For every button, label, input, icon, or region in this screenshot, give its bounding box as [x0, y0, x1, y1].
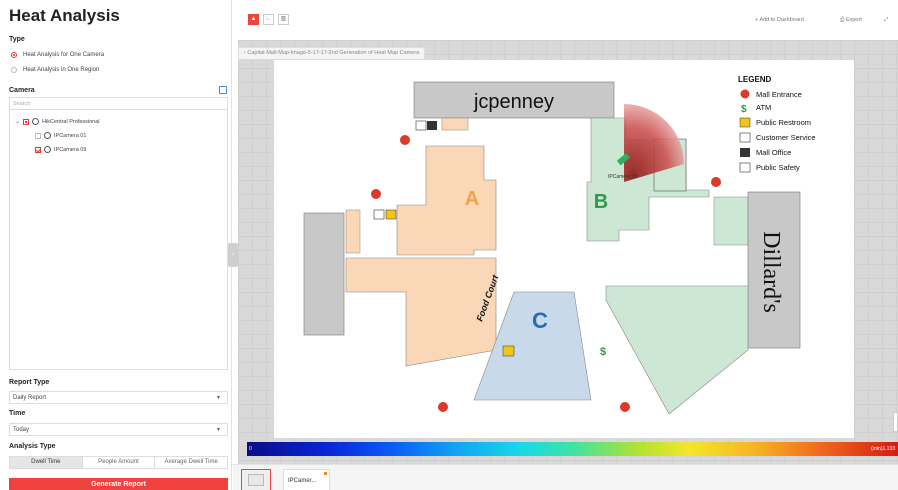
tab-average-dwell-time[interactable]: Average Dwell Time: [155, 457, 227, 468]
camera-label: Camera: [9, 87, 35, 94]
analysis-type-tabs: Dwell Time People Amount Average Dwell T…: [9, 456, 228, 469]
entrance-icon: [400, 135, 410, 145]
scale-max-label: (min)1.133: [871, 446, 895, 452]
legend-item: Customer Service: [756, 133, 816, 142]
tree-item-camera-01[interactable]: IPCamera 01: [35, 132, 86, 139]
collapse-handle[interactable]: ‹: [228, 243, 238, 267]
legend-title: LEGEND: [738, 75, 772, 84]
camera-tree: Search ⌄ HikCentral Professional IPCamer…: [9, 97, 228, 370]
heatmap-view-icon[interactable]: ▲: [248, 14, 259, 25]
side-scroll-handle[interactable]: [893, 412, 898, 432]
store-left-gray: [303, 212, 345, 336]
thumbnail-bar: IPCamer...: [233, 464, 898, 490]
store-dillards-label: Dillard's: [758, 231, 784, 313]
zone-b-label: B: [594, 191, 608, 213]
tree-item-camera-09[interactable]: IPCamera 09: [35, 146, 86, 153]
legend-customer-service-icon: [739, 132, 751, 143]
search-input[interactable]: Search: [10, 98, 227, 110]
tab-dwell-time[interactable]: Dwell Time: [10, 457, 83, 468]
checkbox-icon[interactable]: [35, 132, 41, 139]
checkbox-partial-icon[interactable]: [23, 118, 30, 125]
entrance-icon: [711, 177, 721, 187]
legend-item: Mall Entrance: [756, 90, 802, 99]
analysis-type-label: Analysis Type: [9, 443, 56, 450]
map-thumbnail[interactable]: [241, 469, 271, 490]
zone-a-lower: [345, 257, 497, 367]
shop-small: [441, 117, 469, 131]
tab-people-amount[interactable]: People Amount: [83, 457, 156, 468]
legend-restroom-icon: [739, 117, 751, 128]
legend-item: ATM: [756, 103, 771, 112]
type-label: Type: [9, 36, 25, 43]
time-select[interactable]: Today ▼: [9, 423, 228, 436]
shop-b-right: [713, 196, 749, 246]
shop-narrow: [345, 209, 361, 254]
radio-off-icon: [11, 67, 17, 73]
legend-entrance-icon: [740, 89, 750, 99]
legend-item: Mall Office: [756, 148, 791, 157]
report-type-label: Report Type: [9, 379, 50, 386]
entrance-icon: [371, 189, 381, 199]
fullscreen-icon[interactable]: ⤢: [884, 17, 888, 24]
camera-icon: [44, 132, 51, 139]
bar-chart-icon[interactable]: ▥: [278, 14, 289, 25]
map-thumbnail-image: [248, 474, 264, 486]
customer-service-icon: [415, 120, 427, 131]
caret-down-icon: ▼: [216, 395, 221, 401]
entrance-icon: [438, 402, 448, 412]
radio-one-camera[interactable]: Heat Analysis for One Camera: [11, 52, 104, 58]
camera-tab[interactable]: IPCamer...: [283, 469, 330, 490]
edit-icon[interactable]: [219, 86, 227, 94]
camera-label: IPCamera 09: [608, 174, 638, 180]
report-type-select[interactable]: Daily Report ▼: [9, 391, 228, 404]
tree-root[interactable]: ⌄ HikCentral Professional: [15, 118, 100, 125]
heat-color-scale: 0 (min)1.133: [247, 442, 898, 456]
checkbox-checked-icon[interactable]: [35, 146, 41, 153]
time-label: Time: [9, 410, 26, 417]
zone-a-label: A: [465, 188, 479, 210]
legend-item: Public Restroom: [756, 118, 811, 127]
store-jcpenney-label: jcpenney: [473, 91, 554, 113]
restroom-icon: [502, 345, 515, 357]
radio-on-icon: [11, 52, 17, 58]
chevron-down-icon[interactable]: ⌄: [15, 118, 20, 125]
mall-map: jcpenney A B Dillard's C Food Court IPCa…: [274, 60, 854, 438]
generate-report-button[interactable]: Generate Report: [9, 478, 228, 490]
globe-icon: [32, 118, 40, 125]
legend-mall-office-icon: [740, 148, 750, 157]
zone-a: [396, 145, 497, 256]
camera-icon: [44, 146, 51, 153]
restroom-icon: [385, 209, 397, 220]
radio-one-region[interactable]: Heat Analysis in One Region: [11, 67, 99, 73]
top-toolbar: ▲ ∟ ▥ + Add to Dashboard ⎙ Export ⤢: [233, 0, 898, 40]
caret-down-icon: ▼: [216, 427, 221, 433]
atm-icon: $: [600, 346, 606, 358]
breadcrumb[interactable]: ‹ Capital-Mall-Map-Image-5-17-17-2nd Gen…: [238, 47, 426, 60]
app: Heat Analysis Type Heat Analysis for One…: [0, 0, 898, 490]
legend-atm-icon: $: [741, 104, 747, 115]
public-safety-icon: [373, 209, 385, 220]
map-svg: jcpenney A B Dillard's C Food Court IPCa…: [303, 75, 816, 415]
legend-item: Public Safety: [756, 163, 800, 172]
scale-min-label: 0: [249, 446, 252, 452]
add-dashboard-link[interactable]: + Add to Dashboard: [755, 17, 804, 23]
entrance-icon: [620, 402, 630, 412]
legend-public-safety-icon: [739, 162, 751, 173]
zone-c-label: C: [532, 308, 548, 333]
zone-green-lower: [605, 285, 749, 415]
status-dot: [324, 472, 327, 475]
left-panel: Heat Analysis Type Heat Analysis for One…: [0, 0, 232, 490]
line-chart-icon[interactable]: ∟: [263, 14, 274, 25]
mall-office-icon: [427, 121, 437, 130]
page-title: Heat Analysis: [9, 6, 120, 25]
export-link[interactable]: ⎙ Export: [840, 17, 862, 24]
